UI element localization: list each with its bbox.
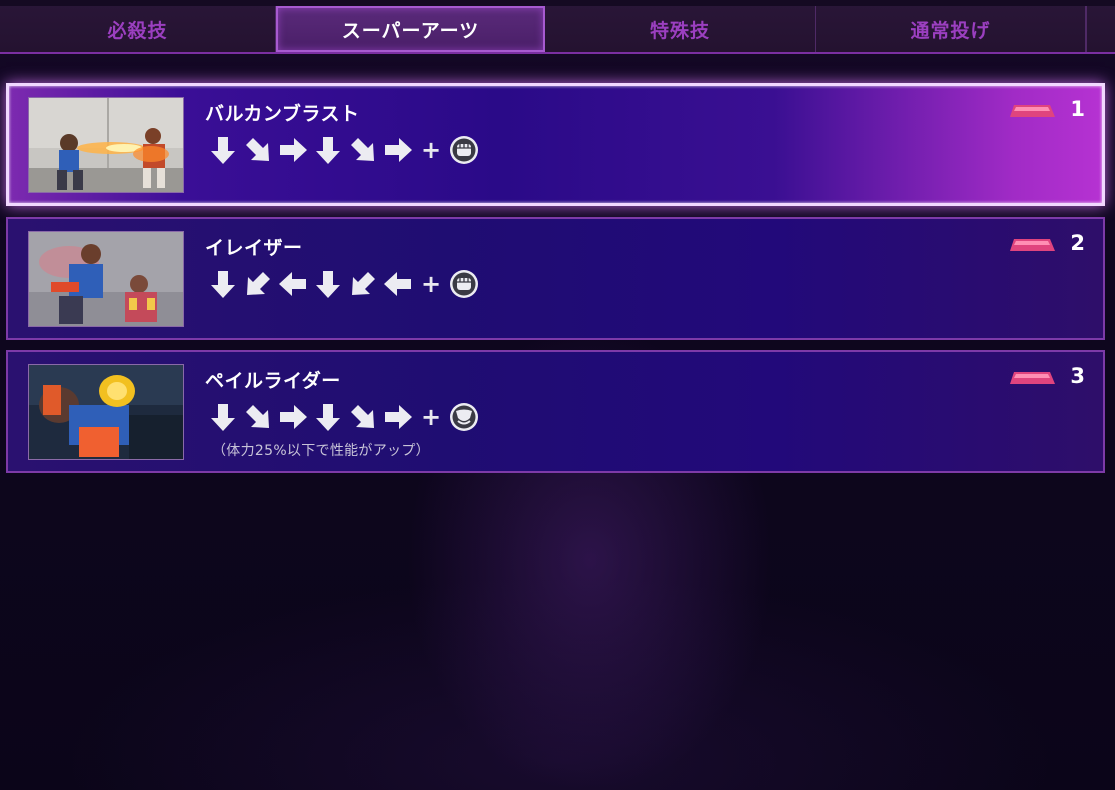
forward-arrow-icon (385, 405, 412, 429)
forward-arrow-icon (385, 138, 412, 162)
sa-gauge-icon (1010, 372, 1055, 384)
tab-special-moves[interactable]: 必殺技 (0, 6, 276, 52)
down-arrow-icon (211, 404, 235, 431)
move-name: ペイルライダー (205, 370, 341, 392)
down-forward-arrow-icon (351, 138, 374, 161)
move-card-pale-rider[interactable]: ペイルライダー + （体力25%以下で性能がアップ） 3 (6, 350, 1105, 473)
move-preview-image (28, 364, 184, 460)
down-arrow-icon (316, 271, 340, 298)
down-arrow-icon (316, 137, 340, 164)
plus-sign: + (420, 136, 442, 164)
tab-bar: 必殺技 スーパーアーツ 特殊技 通常投げ (0, 0, 1115, 54)
move-name: バルカンブラスト (205, 103, 360, 125)
command-input: + (207, 133, 479, 167)
tab-super-arts[interactable]: スーパーアーツ (276, 6, 545, 52)
tab-unique-attacks[interactable]: 特殊技 (545, 6, 816, 52)
down-back-arrow-icon (247, 272, 270, 295)
sa-gauge-icon (1010, 105, 1055, 117)
tab-bar-end (1086, 6, 1115, 52)
punch-icon (450, 270, 478, 298)
move-card-eraser[interactable]: イレイザー + 2 (6, 217, 1105, 340)
back-arrow-icon (384, 272, 411, 296)
tab-normal-throws[interactable]: 通常投げ (816, 6, 1086, 52)
command-input: + (207, 267, 479, 301)
move-note: （体力25%以下で性能がアップ） (212, 443, 430, 459)
down-arrow-icon (211, 137, 235, 164)
down-forward-arrow-icon (246, 138, 269, 161)
move-card-vulcan-blast[interactable]: バルカンブラスト + 1 (6, 83, 1105, 206)
down-forward-arrow-icon (246, 405, 269, 428)
down-forward-arrow-icon (351, 405, 374, 428)
down-back-arrow-icon (352, 272, 375, 295)
move-preview-image (28, 231, 184, 327)
sa-gauge-icon (1010, 239, 1055, 251)
command-input: + (207, 400, 479, 434)
move-preview-image (28, 97, 184, 193)
plus-sign: + (420, 270, 442, 298)
move-name: イレイザー (205, 237, 303, 259)
punch-icon (450, 136, 478, 164)
down-arrow-icon (211, 271, 235, 298)
plus-sign: + (420, 403, 442, 431)
kick-icon (450, 403, 478, 431)
move-preview-pale-rider (29, 365, 183, 459)
down-arrow-icon (316, 404, 340, 431)
forward-arrow-icon (280, 405, 307, 429)
back-arrow-icon (279, 272, 306, 296)
sa-level: 2 (1070, 231, 1085, 255)
sa-level: 1 (1070, 97, 1085, 121)
move-preview-eraser (29, 232, 183, 326)
sa-level: 3 (1070, 364, 1085, 388)
forward-arrow-icon (280, 138, 307, 162)
move-preview-vulcan-blast (29, 98, 183, 192)
